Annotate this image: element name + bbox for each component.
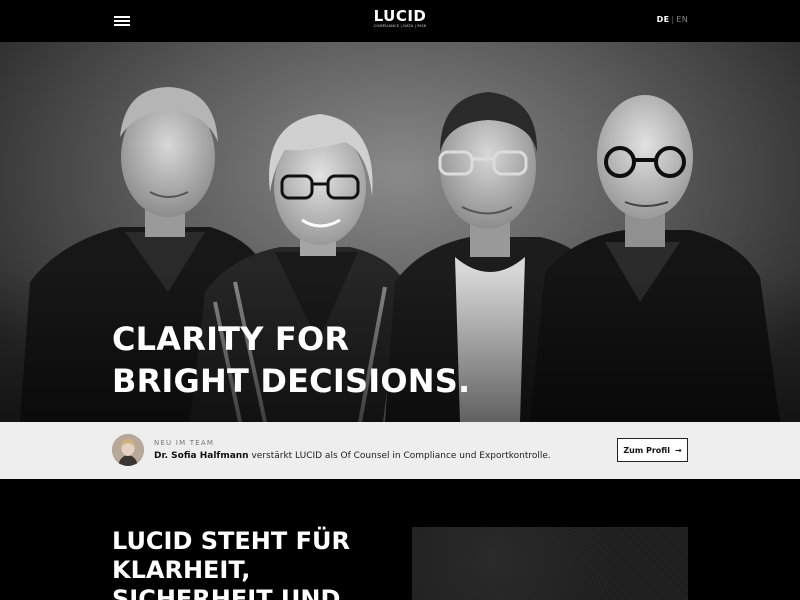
news-banner: NEU IM TEAM Dr. Sofia Halfmann verstärkt… <box>0 422 800 479</box>
view-profile-button[interactable]: Zum Profil → <box>617 438 688 462</box>
hero-section: CLARITY FOR BRIGHT DECISIONS. <box>0 42 800 422</box>
hero-title-line-2: BRIGHT DECISIONS. <box>112 362 471 400</box>
logo-wordmark: LUCID <box>373 7 427 25</box>
about-title: LUCID STEHT FÜR KLARHEIT, SICHERHEIT UND <box>112 527 372 600</box>
hamburger-menu-icon[interactable] <box>114 14 130 26</box>
hero-title: CLARITY FOR BRIGHT DECISIONS. <box>112 318 470 402</box>
language-switcher: DE | EN <box>657 15 688 24</box>
lang-separator: | <box>671 15 675 24</box>
about-title-line-2: KLARHEIT, <box>112 556 251 584</box>
about-section: LUCID STEHT FÜR KLARHEIT, SICHERHEIT UND <box>0 479 800 600</box>
news-text: Dr. Sofia Halfmann verstärkt LUCID als O… <box>154 451 551 461</box>
about-title-line-3: SICHERHEIT UND <box>112 585 341 600</box>
site-header: LUCID COMPLIANCE | DATA | RISK DE | EN <box>0 0 800 42</box>
view-profile-label: Zum Profil <box>623 445 670 455</box>
hero-title-line-1: CLARITY FOR <box>112 320 350 358</box>
about-image <box>412 527 688 600</box>
news-description: verstärkt LUCID als Of Counsel in Compli… <box>248 451 551 461</box>
lang-de-link[interactable]: DE <box>657 15 670 24</box>
arrow-right-icon: → <box>674 445 682 455</box>
site-logo[interactable]: LUCID COMPLIANCE | DATA | RISK <box>350 8 450 29</box>
news-person-name: Dr. Sofia Halfmann <box>154 451 249 461</box>
lang-en-link[interactable]: EN <box>676 15 688 24</box>
about-title-line-1: LUCID STEHT FÜR <box>112 527 350 555</box>
logo-tagline: COMPLIANCE | DATA | RISK <box>373 24 427 28</box>
avatar <box>112 434 144 466</box>
news-label: NEU IM TEAM <box>154 439 215 447</box>
